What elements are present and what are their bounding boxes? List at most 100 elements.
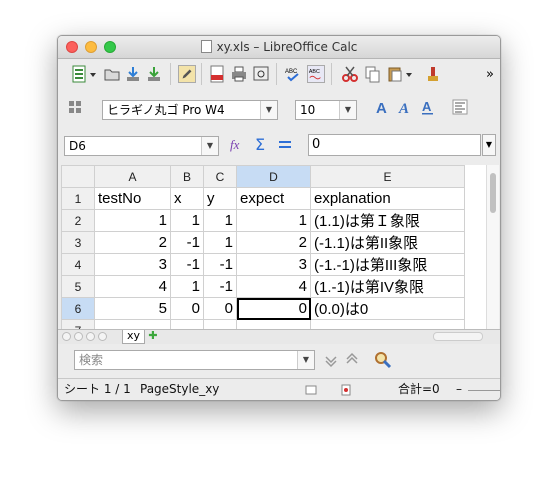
cell[interactable]: expect	[236, 187, 311, 210]
email-icon[interactable]	[145, 65, 163, 83]
bold-icon[interactable]: A	[374, 98, 392, 116]
scrollbar-thumb[interactable]	[490, 173, 496, 213]
cell[interactable]: testNo	[94, 187, 171, 210]
chevron-down-icon[interactable]: ▼	[260, 101, 277, 119]
cell[interactable]: (1.-1)は第IV象限	[310, 275, 465, 298]
cell[interactable]: 3	[236, 253, 311, 276]
formula-icon[interactable]	[276, 135, 294, 153]
cell[interactable]: 4	[236, 275, 311, 298]
font-size-combo[interactable]: 10 ▼	[295, 100, 357, 120]
row-header[interactable]: 5	[61, 275, 95, 298]
formula-input[interactable]: 0	[308, 134, 481, 156]
find-previous-icon[interactable]	[343, 351, 361, 369]
cell[interactable]: x	[170, 187, 204, 210]
next-sheet-icon[interactable]	[86, 332, 95, 341]
page-style[interactable]: PageStyle_xy	[140, 379, 219, 400]
column-header[interactable]: D	[236, 165, 311, 188]
previous-sheet-icon[interactable]	[74, 332, 83, 341]
italic-icon[interactable]: A	[397, 98, 415, 116]
cut-icon[interactable]	[341, 65, 359, 83]
title-bar[interactable]: xy.xls – LibreOffice Calc	[58, 36, 500, 59]
function-wizard-icon[interactable]: fx	[229, 135, 247, 153]
cell[interactable]: (-1.-1)は第III象限	[310, 253, 465, 276]
cell[interactable]: 5	[94, 297, 171, 320]
align-left-icon[interactable]	[451, 98, 469, 116]
cell[interactable]: 2	[94, 231, 171, 254]
print-preview-icon[interactable]	[252, 65, 270, 83]
select-all-corner[interactable]	[61, 165, 95, 188]
last-sheet-icon[interactable]	[98, 332, 107, 341]
underline-icon[interactable]: A	[419, 98, 437, 116]
cell[interactable]: 3	[94, 253, 171, 276]
document-modified-icon[interactable]	[341, 384, 351, 396]
row-header[interactable]: 3	[61, 231, 95, 254]
chevron-down-icon[interactable]: ▼	[201, 137, 218, 155]
cell[interactable]: 2	[236, 231, 311, 254]
cell[interactable]	[94, 319, 171, 329]
row-header[interactable]: 1	[61, 187, 95, 210]
column-header[interactable]: A	[94, 165, 171, 188]
cell[interactable]: 0	[170, 297, 204, 320]
autospellcheck-icon[interactable]: ABC	[307, 65, 325, 83]
cell[interactable]: -1	[170, 231, 204, 254]
active-cell[interactable]: 0	[236, 297, 311, 320]
row-header[interactable]: 2	[61, 209, 95, 232]
cell[interactable]: 1	[170, 275, 204, 298]
expand-formula-button[interactable]: ▼	[482, 134, 496, 156]
save-icon[interactable]	[124, 65, 142, 83]
clone-formatting-icon[interactable]	[424, 65, 442, 83]
cell[interactable]	[310, 319, 465, 329]
edit-mode-icon[interactable]	[178, 65, 196, 83]
cell[interactable]	[236, 319, 311, 329]
horizontal-scrollbar[interactable]	[433, 332, 483, 341]
find-replace-icon[interactable]	[374, 351, 392, 369]
styles-icon[interactable]	[66, 98, 84, 116]
cell[interactable]: (0.0)は0	[310, 297, 465, 320]
print-icon[interactable]	[230, 65, 248, 83]
row-header[interactable]: 7	[61, 319, 95, 329]
chevron-down-icon[interactable]: ▼	[339, 101, 356, 119]
row-header[interactable]: 6	[61, 297, 95, 320]
cell[interactable]: -1	[203, 275, 237, 298]
column-header[interactable]: E	[310, 165, 465, 188]
cell[interactable]	[203, 319, 237, 329]
cell[interactable]: (1.1)は第Ｉ象限	[310, 209, 465, 232]
paste-icon[interactable]	[386, 65, 404, 83]
row-header[interactable]: 4	[61, 253, 95, 276]
chevron-down-icon[interactable]: ▼	[297, 351, 314, 369]
selection-mode-icon[interactable]	[305, 385, 317, 395]
cell[interactable]: 1	[203, 231, 237, 254]
cell[interactable]: 4	[94, 275, 171, 298]
cell[interactable]: (-1.1)は第II象限	[310, 231, 465, 254]
new-document-icon[interactable]	[70, 65, 88, 83]
spelling-icon[interactable]: ABC	[284, 65, 302, 83]
column-header[interactable]: B	[170, 165, 204, 188]
add-sheet-icon[interactable]: ✚	[148, 330, 158, 341]
name-box[interactable]: D6 ▼	[64, 136, 219, 156]
cell[interactable]: y	[203, 187, 237, 210]
cell[interactable]: 0	[203, 297, 237, 320]
cell[interactable]: 1	[94, 209, 171, 232]
paste-dropdown-icon[interactable]	[405, 65, 413, 83]
cell[interactable]: -1	[170, 253, 204, 276]
search-input[interactable]: 検索 ▼	[74, 350, 315, 370]
cell[interactable]: -1	[203, 253, 237, 276]
cell[interactable]	[170, 319, 204, 329]
cell[interactable]: explanation	[310, 187, 465, 210]
vertical-scrollbar[interactable]	[486, 165, 499, 342]
open-folder-icon[interactable]	[103, 65, 121, 83]
zoom-out-button[interactable]: –	[456, 379, 462, 400]
find-next-icon[interactable]	[322, 351, 340, 369]
new-dropdown-icon[interactable]	[89, 65, 97, 83]
cell[interactable]: 1	[236, 209, 311, 232]
zoom-slider[interactable]	[468, 390, 500, 391]
export-pdf-icon[interactable]	[208, 65, 226, 83]
sum-icon[interactable]: Σ	[253, 135, 271, 153]
cell[interactable]: 1	[203, 209, 237, 232]
first-sheet-icon[interactable]	[62, 332, 71, 341]
cell[interactable]: 1	[170, 209, 204, 232]
copy-icon[interactable]	[363, 65, 381, 83]
sheet-tab[interactable]: xy	[122, 330, 146, 344]
toolbar-overflow-icon[interactable]: »	[486, 67, 494, 82]
font-name-combo[interactable]: ヒラギノ丸ゴ Pro W4 ▼	[102, 100, 278, 120]
